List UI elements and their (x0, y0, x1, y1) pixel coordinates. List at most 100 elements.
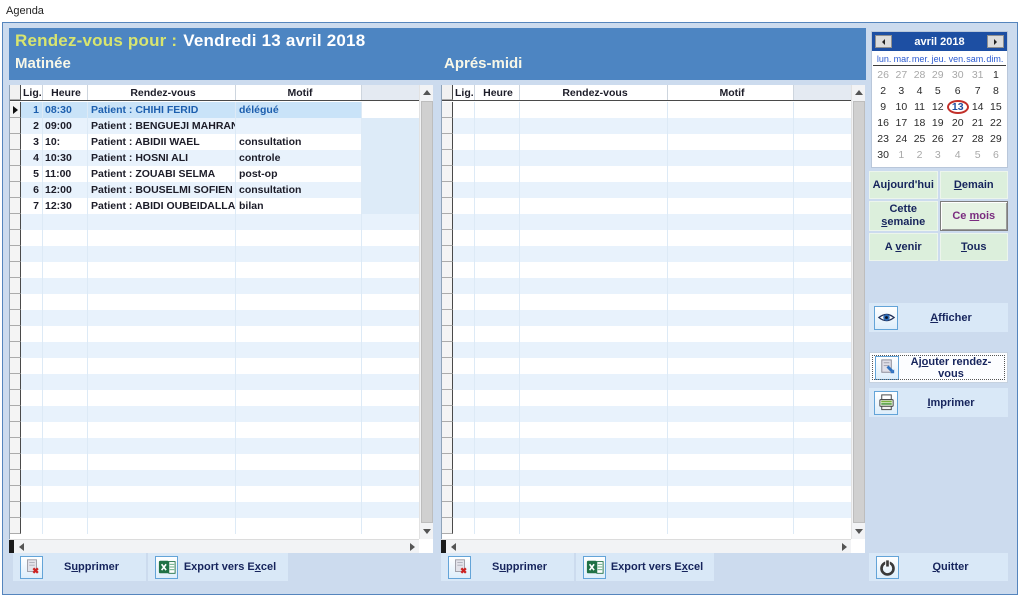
calendar-day[interactable]: 29 (929, 67, 947, 83)
calendar-day[interactable]: 11 (910, 99, 928, 115)
table-row[interactable] (10, 310, 420, 326)
calendar-day[interactable]: 30 (947, 67, 969, 83)
table-row[interactable] (10, 326, 420, 342)
table-row[interactable]: 410:30Patient : HOSNI ALIcontrole (10, 150, 420, 166)
upcoming-button[interactable]: A venir (869, 233, 938, 261)
table-row[interactable] (10, 262, 420, 278)
morning-horizontal-scrollbar[interactable] (9, 539, 419, 553)
table-row[interactable]: 511:00Patient : ZOUABI SELMApost-op (10, 166, 420, 182)
calendar-day[interactable]: 28 (910, 67, 928, 83)
scroll-right-button[interactable] (837, 539, 851, 554)
table-row[interactable] (10, 518, 420, 534)
calendar-day[interactable]: 25 (910, 131, 928, 147)
scroll-up-button[interactable] (420, 85, 433, 100)
table-row[interactable] (442, 422, 852, 438)
this-week-button[interactable]: Cette semaine (869, 201, 938, 231)
scroll-down-button[interactable] (420, 524, 433, 539)
table-row[interactable] (442, 486, 852, 502)
calendar-day[interactable]: 9 (874, 99, 892, 115)
calendar-day[interactable]: 1 (987, 67, 1005, 83)
today-button[interactable]: Aujourd'hui (869, 171, 938, 199)
table-row[interactable] (10, 342, 420, 358)
calendar-day[interactable]: 6 (947, 83, 969, 99)
table-row[interactable] (442, 406, 852, 422)
calendar-prev-month-button[interactable] (875, 35, 892, 48)
table-row[interactable] (442, 502, 852, 518)
calendar-day[interactable]: 20 (947, 115, 969, 131)
scroll-left-button[interactable] (14, 539, 28, 554)
table-row[interactable]: 310:Patient : ABIDII WAELconsultation (10, 134, 420, 150)
calendar-day[interactable]: 14 (969, 99, 987, 115)
table-row[interactable] (10, 502, 420, 518)
table-row[interactable] (10, 438, 420, 454)
table-row[interactable] (442, 150, 852, 166)
table-row[interactable] (10, 406, 420, 422)
table-row[interactable] (442, 518, 852, 534)
table-row[interactable] (442, 134, 852, 150)
table-row[interactable] (442, 230, 852, 246)
table-row[interactable] (10, 214, 420, 230)
calendar-day[interactable]: 2 (910, 147, 928, 163)
calendar-day[interactable]: 6 (987, 147, 1005, 163)
delete-afternoon-button[interactable]: Supprimer (441, 553, 574, 581)
table-row[interactable]: 612:00Patient : BOUSELMI SOFIENconsultat… (10, 182, 420, 198)
table-row[interactable] (442, 294, 852, 310)
delete-morning-button[interactable]: Supprimer (13, 553, 146, 581)
table-row[interactable] (10, 358, 420, 374)
afternoon-horizontal-scrollbar[interactable] (441, 539, 851, 553)
table-row[interactable] (442, 454, 852, 470)
table-row[interactable] (442, 102, 852, 118)
calendar-day[interactable]: 5 (969, 147, 987, 163)
calendar-day[interactable]: 19 (929, 115, 947, 131)
table-row[interactable]: 209:00Patient : BENGUEJI MAHRAN (10, 118, 420, 134)
table-row[interactable] (10, 486, 420, 502)
table-row[interactable] (10, 422, 420, 438)
calendar-day[interactable]: 29 (987, 131, 1005, 147)
table-row[interactable] (10, 454, 420, 470)
table-row[interactable] (442, 198, 852, 214)
this-month-button[interactable]: Ce mois (940, 201, 1009, 231)
calendar-day[interactable]: 2 (874, 83, 892, 99)
table-row[interactable] (442, 214, 852, 230)
calendar-day[interactable]: 31 (969, 67, 987, 83)
table-row[interactable] (10, 278, 420, 294)
scrollbar-thumb[interactable] (421, 101, 433, 523)
export-excel-afternoon-button[interactable]: Export vers Excel (576, 553, 714, 581)
calendar-day[interactable]: 16 (874, 115, 892, 131)
table-row[interactable] (442, 342, 852, 358)
table-row[interactable] (442, 390, 852, 406)
calendar-day[interactable]: 3 (892, 83, 910, 99)
table-row[interactable] (442, 326, 852, 342)
table-row[interactable] (442, 118, 852, 134)
tomorrow-button[interactable]: Demain (940, 171, 1009, 199)
calendar-day[interactable]: 27 (892, 67, 910, 83)
table-row[interactable] (10, 390, 420, 406)
table-row[interactable] (10, 294, 420, 310)
calendar-day[interactable]: 30 (874, 147, 892, 163)
calendar-day[interactable]: 23 (874, 131, 892, 147)
all-button[interactable]: Tous (940, 233, 1009, 261)
calendar-day[interactable]: 26 (874, 67, 892, 83)
calendar-day[interactable]: 5 (929, 83, 947, 99)
scrollbar-thumb[interactable] (853, 101, 865, 523)
calendar-day[interactable]: 17 (892, 115, 910, 131)
table-row[interactable] (10, 246, 420, 262)
calendar-day[interactable]: 3 (929, 147, 947, 163)
add-appointment-button[interactable]: Ajouter rendez-vous (869, 352, 1008, 383)
scroll-left-button[interactable] (446, 539, 460, 554)
calendar-next-month-button[interactable] (987, 35, 1004, 48)
quit-button[interactable]: Quitter (869, 553, 1008, 581)
print-button[interactable]: Imprimer (869, 388, 1008, 417)
calendar-day[interactable]: 24 (892, 131, 910, 147)
calendar-day[interactable]: 22 (987, 115, 1005, 131)
table-row[interactable] (442, 166, 852, 182)
export-excel-morning-button[interactable]: Export vers Excel (148, 553, 288, 581)
calendar-day[interactable]: 7 (969, 83, 987, 99)
table-row[interactable]: 712:30Patient : ABIDI OUBEIDALLAHbilan (10, 198, 420, 214)
calendar-day[interactable]: 18 (910, 115, 928, 131)
calendar-day[interactable]: 10 (892, 99, 910, 115)
table-row[interactable] (442, 470, 852, 486)
calendar-day[interactable]: 8 (987, 83, 1005, 99)
table-row[interactable] (442, 438, 852, 454)
show-button[interactable]: Afficher (869, 303, 1008, 332)
